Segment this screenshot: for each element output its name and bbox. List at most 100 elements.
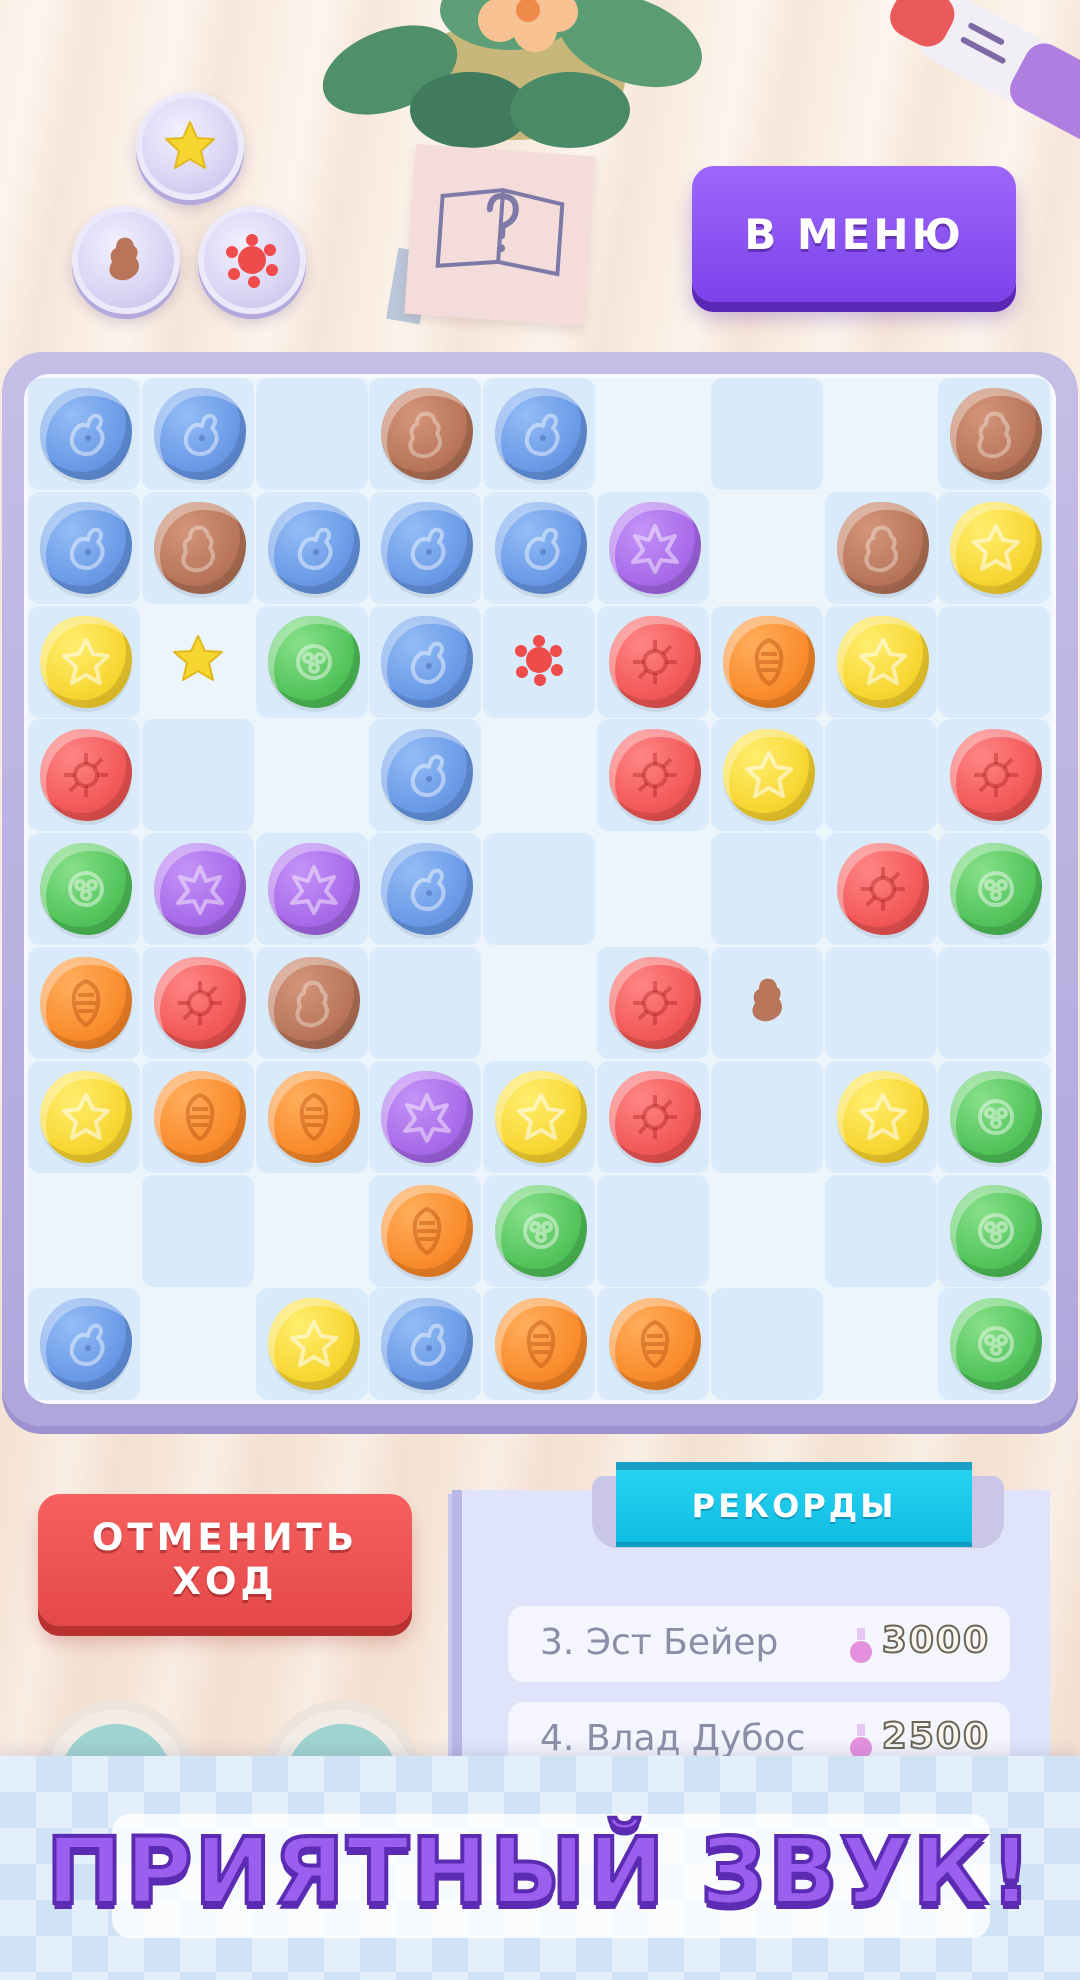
blue-piece[interactable] bbox=[40, 1298, 132, 1391]
orange-piece[interactable] bbox=[381, 1184, 474, 1277]
board-cell[interactable] bbox=[483, 1288, 596, 1401]
board-cell[interactable] bbox=[141, 1174, 254, 1287]
board-cell[interactable] bbox=[938, 947, 1051, 1059]
yellow-piece[interactable] bbox=[722, 729, 815, 822]
blue-piece[interactable] bbox=[381, 1298, 474, 1391]
board-cell[interactable] bbox=[938, 378, 1051, 490]
board-cell[interactable] bbox=[824, 719, 937, 832]
board-cell[interactable] bbox=[28, 833, 140, 946]
board-cell[interactable] bbox=[483, 1174, 596, 1287]
board-cell[interactable] bbox=[711, 492, 823, 604]
green-piece[interactable] bbox=[950, 1184, 1043, 1277]
board-cell[interactable] bbox=[255, 833, 368, 946]
green-piece[interactable] bbox=[267, 615, 360, 708]
board-cell[interactable] bbox=[255, 491, 368, 604]
brown-piece[interactable] bbox=[267, 957, 360, 1049]
board-cell[interactable] bbox=[483, 833, 596, 946]
green-piece[interactable] bbox=[495, 1184, 588, 1277]
board-cell[interactable] bbox=[369, 378, 482, 490]
board-cell[interactable] bbox=[28, 1288, 140, 1401]
board-cell[interactable] bbox=[255, 605, 368, 718]
blue-piece[interactable] bbox=[40, 388, 132, 480]
board-cell[interactable] bbox=[142, 1288, 254, 1400]
board-cell[interactable] bbox=[597, 605, 709, 718]
board-cell[interactable] bbox=[141, 833, 254, 946]
board-cell[interactable] bbox=[824, 947, 937, 1059]
board-cell[interactable] bbox=[255, 1288, 368, 1401]
yellow-piece[interactable] bbox=[836, 1070, 929, 1163]
board-cell[interactable] bbox=[824, 605, 937, 718]
brown-bear-icon[interactable] bbox=[739, 973, 795, 1029]
blue-piece[interactable] bbox=[267, 501, 360, 594]
board-cell[interactable] bbox=[142, 606, 254, 718]
board-cell[interactable] bbox=[483, 378, 596, 490]
red-piece[interactable] bbox=[836, 843, 929, 936]
yellow-piece[interactable] bbox=[267, 1298, 360, 1391]
brown-piece[interactable] bbox=[381, 388, 474, 480]
board-cell[interactable] bbox=[28, 1060, 140, 1173]
board-cell[interactable] bbox=[597, 1060, 709, 1173]
board-cell[interactable] bbox=[825, 1288, 937, 1400]
green-piece[interactable] bbox=[950, 843, 1043, 936]
blue-piece[interactable] bbox=[381, 615, 474, 708]
red-piece[interactable] bbox=[40, 729, 132, 822]
board-cell[interactable] bbox=[938, 1288, 1051, 1401]
menu-button[interactable]: В МЕНЮ bbox=[692, 166, 1016, 302]
yellow-piece[interactable] bbox=[40, 1070, 132, 1163]
purple-piece[interactable] bbox=[381, 1070, 474, 1163]
board-cell[interactable] bbox=[597, 719, 709, 832]
board-cell[interactable] bbox=[824, 491, 937, 604]
yellow-star-icon[interactable] bbox=[170, 632, 226, 688]
board-cell[interactable] bbox=[256, 1175, 368, 1287]
board-cell[interactable] bbox=[369, 947, 482, 1059]
blue-piece[interactable] bbox=[381, 729, 474, 822]
red-splat-icon[interactable] bbox=[511, 632, 567, 688]
red-piece[interactable] bbox=[950, 729, 1043, 822]
board-cell[interactable] bbox=[255, 947, 368, 1059]
yellow-piece[interactable] bbox=[836, 615, 929, 708]
red-piece[interactable] bbox=[609, 1070, 701, 1163]
red-piece[interactable] bbox=[153, 957, 246, 1049]
board-cell[interactable] bbox=[369, 1060, 482, 1173]
board-cell[interactable] bbox=[483, 719, 595, 831]
board-cell[interactable] bbox=[597, 833, 709, 945]
yellow-piece[interactable] bbox=[950, 501, 1043, 594]
board-cell[interactable] bbox=[710, 833, 823, 946]
board-cell[interactable] bbox=[710, 1288, 823, 1401]
board-cell[interactable] bbox=[597, 378, 709, 490]
board-cell[interactable] bbox=[938, 1060, 1051, 1173]
board-cell[interactable] bbox=[710, 947, 823, 1059]
board-cell[interactable] bbox=[710, 1060, 823, 1173]
yellow-piece[interactable] bbox=[495, 1070, 588, 1163]
blue-piece[interactable] bbox=[381, 501, 474, 594]
board-cell[interactable] bbox=[710, 605, 823, 718]
board-cell[interactable] bbox=[938, 833, 1051, 946]
board-cell[interactable] bbox=[28, 947, 140, 1059]
board-cell[interactable] bbox=[483, 491, 596, 604]
red-piece[interactable] bbox=[609, 957, 701, 1049]
board-cell[interactable] bbox=[369, 719, 482, 832]
board-cell[interactable] bbox=[938, 491, 1051, 604]
purple-piece[interactable] bbox=[267, 843, 360, 936]
board-cell[interactable] bbox=[28, 605, 140, 718]
board-cell[interactable] bbox=[28, 491, 140, 604]
board-cell[interactable] bbox=[28, 1175, 140, 1287]
board-cell[interactable] bbox=[824, 1174, 937, 1287]
blue-piece[interactable] bbox=[40, 501, 132, 594]
yellow-piece[interactable] bbox=[40, 615, 132, 708]
blue-piece[interactable] bbox=[381, 843, 474, 936]
board-cell[interactable] bbox=[938, 1174, 1051, 1287]
board-cell[interactable] bbox=[28, 378, 140, 490]
green-piece[interactable] bbox=[950, 1070, 1043, 1163]
blue-piece[interactable] bbox=[495, 501, 588, 594]
red-piece[interactable] bbox=[609, 729, 701, 822]
board-cell[interactable] bbox=[256, 719, 368, 831]
board-cell[interactable] bbox=[710, 719, 823, 832]
help-note[interactable] bbox=[404, 143, 596, 327]
orange-piece[interactable] bbox=[722, 615, 815, 708]
board-cell[interactable] bbox=[597, 1288, 709, 1401]
purple-piece[interactable] bbox=[609, 501, 701, 594]
board-cell[interactable] bbox=[597, 1174, 709, 1287]
board-cell[interactable] bbox=[141, 491, 254, 604]
board-cell[interactable] bbox=[483, 605, 596, 718]
